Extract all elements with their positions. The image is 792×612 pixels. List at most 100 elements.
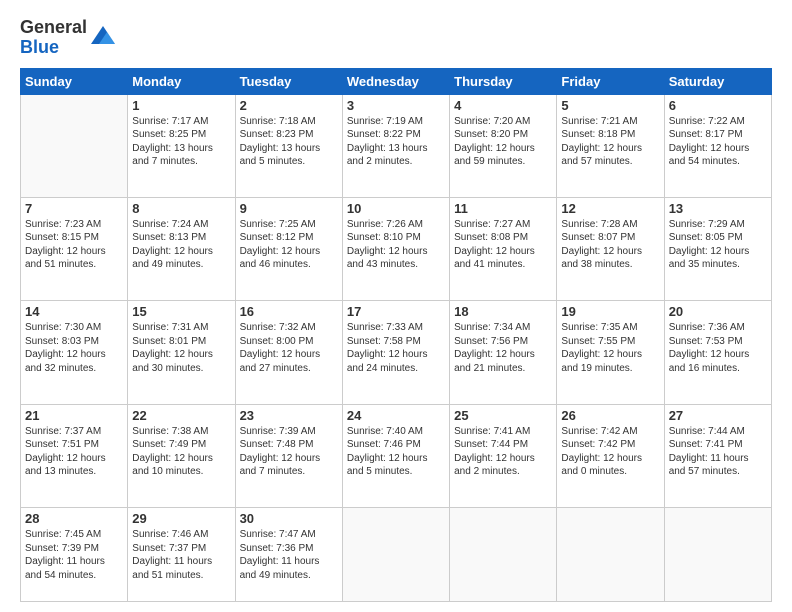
calendar-cell (450, 508, 557, 602)
logo-icon (89, 24, 117, 52)
day-info-line: Sunrise: 7:35 AM (561, 321, 659, 335)
day-info-line: Sunrise: 7:17 AM (132, 115, 230, 129)
day-info-line: Sunset: 8:23 PM (240, 128, 338, 142)
day-number: 29 (132, 511, 230, 526)
day-info-line: Sunrise: 7:25 AM (240, 218, 338, 232)
day-number: 27 (669, 408, 767, 423)
day-number: 10 (347, 201, 445, 216)
day-info-line: and 49 minutes. (240, 569, 338, 583)
day-info-line: and 35 minutes. (669, 258, 767, 272)
day-info-line: Sunset: 8:17 PM (669, 128, 767, 142)
day-info-line: Sunset: 7:36 PM (240, 542, 338, 556)
logo-text: General Blue (20, 18, 87, 58)
day-info-line: and 59 minutes. (454, 155, 552, 169)
day-info-line: Sunrise: 7:31 AM (132, 321, 230, 335)
day-info-line: Sunrise: 7:40 AM (347, 425, 445, 439)
weekday-header-sunday: Sunday (21, 68, 128, 94)
calendar-cell (664, 508, 771, 602)
calendar-cell: 9Sunrise: 7:25 AMSunset: 8:12 PMDaylight… (235, 197, 342, 300)
day-info-line: and 27 minutes. (240, 362, 338, 376)
day-number: 13 (669, 201, 767, 216)
day-info-line: Daylight: 13 hours (132, 142, 230, 156)
day-number: 2 (240, 98, 338, 113)
day-info-line: and 54 minutes. (669, 155, 767, 169)
day-info-line: and 13 minutes. (25, 465, 123, 479)
day-info-line: and 32 minutes. (25, 362, 123, 376)
day-number: 21 (25, 408, 123, 423)
calendar-cell: 19 Sunrise: 7:35 AMSunset: 7:55 PMDayligh… (557, 301, 664, 404)
day-number: 3 (347, 98, 445, 113)
day-info-line: and 41 minutes. (454, 258, 552, 272)
day-info-line: and 57 minutes. (669, 465, 767, 479)
day-info-line: Daylight: 12 hours (25, 348, 123, 362)
day-info-line: Daylight: 12 hours (347, 452, 445, 466)
calendar-cell (557, 508, 664, 602)
day-info-line: Sunset: 7:44 PM (454, 438, 552, 452)
day-info-line: Daylight: 11 hours (25, 555, 123, 569)
weekday-header-row: SundayMondayTuesdayWednesdayThursdayFrid… (21, 68, 772, 94)
calendar-cell: 25Sunrise: 7:41 AMSunset: 7:44 PMDayligh… (450, 404, 557, 507)
day-number: 25 (454, 408, 552, 423)
day-number: 11 (454, 201, 552, 216)
day-info-line: Sunrise: 7:24 AM (132, 218, 230, 232)
calendar-cell: 1Sunrise: 7:17 AMSunset: 8:25 PMDaylight… (128, 94, 235, 197)
day-info-line: Sunrise: 7:46 AM (132, 528, 230, 542)
day-info-line: Sunset: 7:53 PM (669, 335, 767, 349)
day-info-line: Sunrise: 7:20 AM (454, 115, 552, 129)
logo-blue: Blue (20, 37, 59, 57)
day-info-line: Sunrise: 7:19 AM (347, 115, 445, 129)
day-info-line: Daylight: 12 hours (25, 245, 123, 259)
weekday-header-saturday: Saturday (664, 68, 771, 94)
day-info-line: and 16 minutes. (669, 362, 767, 376)
day-number: 22 (132, 408, 230, 423)
calendar-cell: 7Sunrise: 7:23 AMSunset: 8:15 PMDaylight… (21, 197, 128, 300)
day-info-line: Sunrise: 7:28 AM (561, 218, 659, 232)
day-info-line: Daylight: 12 hours (347, 245, 445, 259)
day-info-line: Daylight: 12 hours (454, 142, 552, 156)
day-number: 17 (347, 304, 445, 319)
day-info-line: and 2 minutes. (454, 465, 552, 479)
day-info-line: and 2 minutes. (347, 155, 445, 169)
day-number: 12 (561, 201, 659, 216)
day-info-line: Daylight: 12 hours (454, 452, 552, 466)
day-number: 19 (561, 304, 659, 319)
day-number: 16 (240, 304, 338, 319)
day-info-line: and 5 minutes. (240, 155, 338, 169)
day-info-line: Sunset: 8:08 PM (454, 231, 552, 245)
calendar-cell: 5Sunrise: 7:21 AMSunset: 8:18 PMDaylight… (557, 94, 664, 197)
day-info-line: Daylight: 12 hours (561, 348, 659, 362)
day-number: 9 (240, 201, 338, 216)
day-info-line: Sunset: 8:12 PM (240, 231, 338, 245)
day-info-line: Sunrise: 7:39 AM (240, 425, 338, 439)
weekday-header-monday: Monday (128, 68, 235, 94)
day-info-line: Sunrise: 7:30 AM (25, 321, 123, 335)
day-info-line: Daylight: 13 hours (240, 142, 338, 156)
day-info-line: and 5 minutes. (347, 465, 445, 479)
day-info-line: and 7 minutes. (240, 465, 338, 479)
day-info-line: and 51 minutes. (132, 569, 230, 583)
day-info-line: Sunset: 7:42 PM (561, 438, 659, 452)
day-info-line: Daylight: 12 hours (347, 348, 445, 362)
day-info-line: Daylight: 13 hours (347, 142, 445, 156)
weekday-header-thursday: Thursday (450, 68, 557, 94)
day-info-line: Daylight: 12 hours (669, 348, 767, 362)
day-info-line: Sunset: 8:00 PM (240, 335, 338, 349)
day-info-line: Sunrise: 7:42 AM (561, 425, 659, 439)
day-number: 18 (454, 304, 552, 319)
logo-general: General (20, 17, 87, 37)
day-info-line: and 57 minutes. (561, 155, 659, 169)
day-info-line: and 21 minutes. (454, 362, 552, 376)
day-info-line: Daylight: 12 hours (132, 348, 230, 362)
day-info-line: Sunrise: 7:27 AM (454, 218, 552, 232)
day-info-line: and 38 minutes. (561, 258, 659, 272)
day-info-line: Daylight: 12 hours (561, 452, 659, 466)
calendar-cell: 20Sunrise: 7:36 AMSunset: 7:53 PMDayligh… (664, 301, 771, 404)
day-number: 4 (454, 98, 552, 113)
day-info-line: Sunrise: 7:37 AM (25, 425, 123, 439)
day-info-line: and 30 minutes. (132, 362, 230, 376)
day-info-line: Daylight: 12 hours (240, 452, 338, 466)
calendar-cell: 23Sunrise: 7:39 AMSunset: 7:48 PMDayligh… (235, 404, 342, 507)
day-info-line: Sunrise: 7:29 AM (669, 218, 767, 232)
calendar-cell: 21Sunrise: 7:37 AMSunset: 7:51 PMDayligh… (21, 404, 128, 507)
day-info-line: Sunset: 7:55 PM (561, 335, 659, 349)
